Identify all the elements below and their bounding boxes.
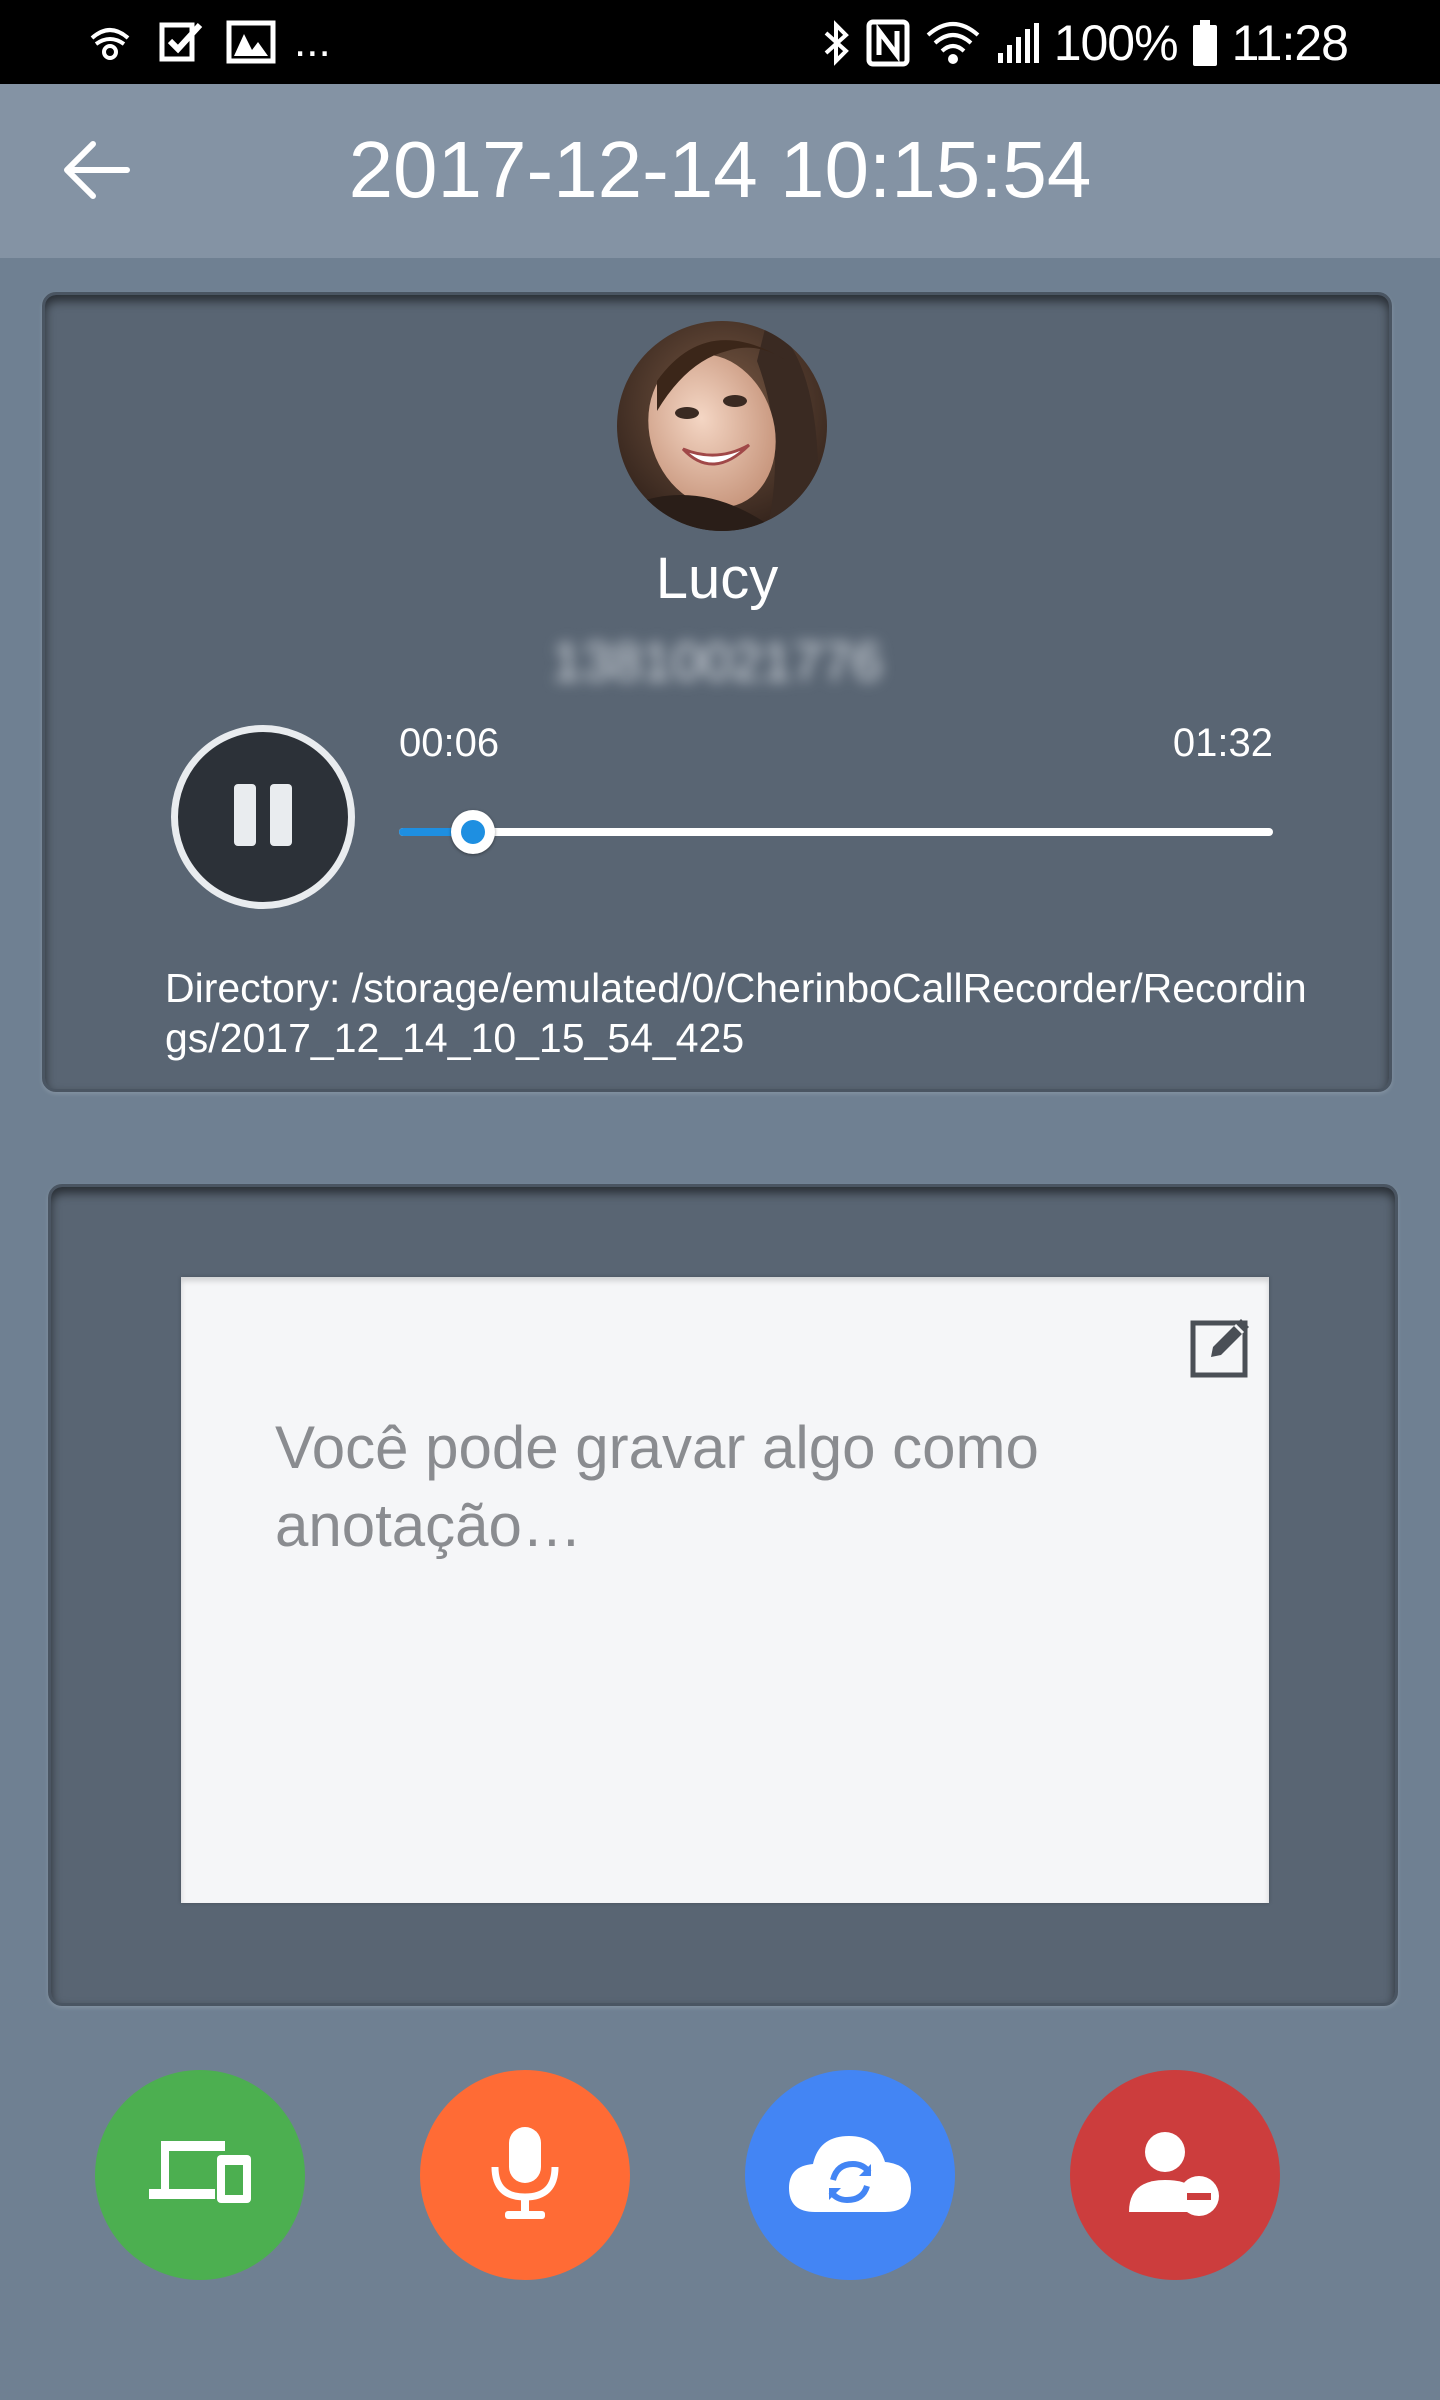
contact-number: 13810021776: [551, 632, 883, 692]
battery-percent: 100%: [1053, 15, 1179, 71]
record-button[interactable]: [420, 2070, 630, 2280]
app-bar: 2017-12-14 10:15:54: [0, 84, 1440, 258]
battery-icon: [1192, 19, 1218, 67]
avatar: [617, 321, 827, 531]
clock: 11:28: [1231, 15, 1349, 71]
task-check-icon: [158, 19, 204, 65]
bluetooth-icon: [822, 19, 852, 67]
current-time: 00:06: [399, 721, 500, 765]
note-placeholder: Você pode gravar algo como anotação…: [275, 1414, 1039, 1559]
page-title: 2017-12-14 10:15:54: [348, 125, 1092, 214]
player-card: Lucy 13810021776 00:06 01:32 Directory: …: [42, 292, 1392, 1092]
missed-call-icon: [84, 16, 136, 68]
cloud-sync-icon: [785, 2128, 915, 2222]
wifi-icon: [924, 19, 982, 67]
seek-thumb[interactable]: [451, 810, 496, 854]
status-bar-system: 100% 11:28: [822, 14, 1349, 72]
overflow-notifications: ...: [294, 17, 331, 66]
directory-path: Directory: /storage/emulated/0/CherinboC…: [165, 965, 1307, 1061]
signal-icon: [996, 21, 1040, 65]
devices-button[interactable]: [95, 2070, 305, 2280]
remove-user-icon: [1125, 2128, 1225, 2222]
seek-bar[interactable]: [399, 810, 1273, 854]
gallery-icon: [226, 20, 276, 64]
status-bar-notifications: ...: [84, 16, 331, 68]
microphone-icon: [485, 2123, 565, 2227]
edit-icon[interactable]: [1189, 1313, 1255, 1379]
nfc-icon: [866, 19, 910, 67]
contact-name: Lucy: [655, 546, 779, 611]
devices-icon: [145, 2133, 255, 2217]
remove-contact-button[interactable]: [1070, 2070, 1280, 2280]
status-bar: ... 100% 11:28: [0, 0, 1440, 84]
total-time: 01:32: [1172, 721, 1273, 765]
cloud-sync-button[interactable]: [745, 2070, 955, 2280]
note-card: Você pode gravar algo como anotação…: [48, 1184, 1398, 2006]
pause-icon: [228, 780, 298, 854]
pause-button[interactable]: [171, 725, 355, 909]
note-input[interactable]: Você pode gravar algo como anotação…: [181, 1277, 1269, 1903]
